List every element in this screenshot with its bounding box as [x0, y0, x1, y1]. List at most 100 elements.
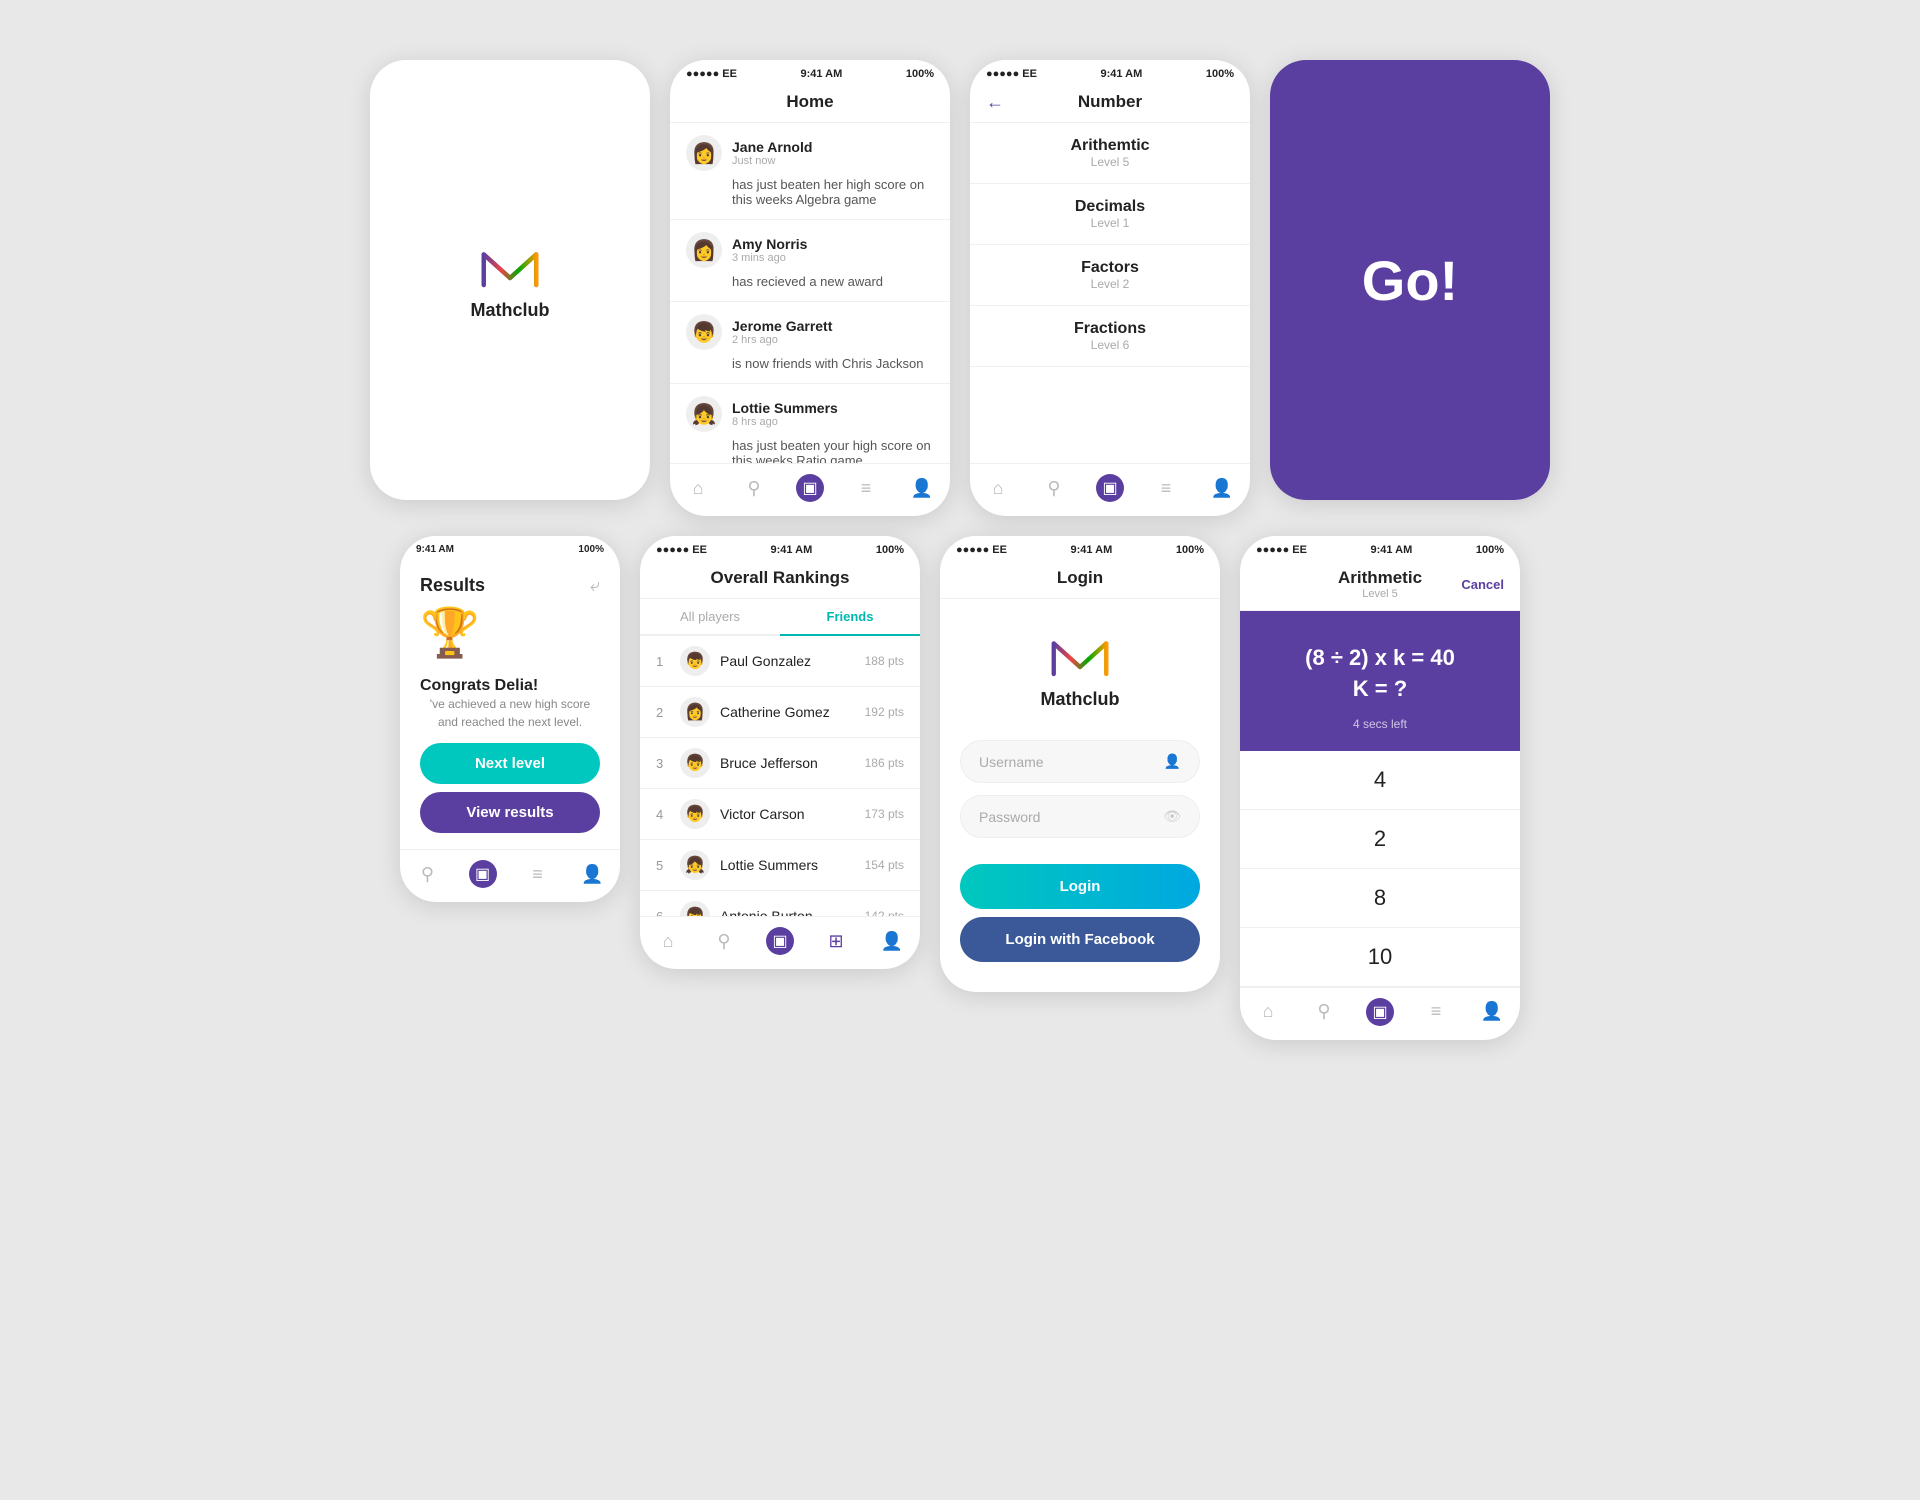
nav-menu-icon5[interactable]: ≡ — [1422, 998, 1450, 1026]
feed-name-3: Jerome Garrett — [732, 318, 832, 334]
nav-search-icon3[interactable]: ⚲ — [414, 860, 442, 888]
bottom-nav-results: ⚲ ▣ ≡ 👤 — [400, 849, 620, 902]
user-icon: 👤 — [1164, 753, 1181, 770]
battery-rankings: 100% — [876, 544, 904, 556]
tab-friends[interactable]: Friends — [780, 599, 920, 636]
feed-text-3: is now friends with Chris Jackson — [686, 356, 934, 371]
results-trophy-area: 🏆 — [400, 604, 620, 677]
answer-4[interactable]: 4 — [1240, 751, 1520, 810]
cancel-button[interactable]: Cancel — [1461, 577, 1504, 592]
results-congrats-area: Congrats Delia! 've achieved a new high … — [400, 677, 620, 731]
nav-search-icon[interactable]: ⚲ — [740, 474, 768, 502]
feed-item-4: 👧 Lottie Summers 8 hrs ago has just beat… — [670, 384, 950, 463]
nav-profile-icon2[interactable]: 👤 — [1208, 474, 1236, 502]
nav-game-icon[interactable]: ▣ — [796, 474, 824, 502]
ranking-tabs: All players Friends — [640, 599, 920, 636]
time-arithmetic: 9:41 AM — [1371, 544, 1413, 556]
avatar-lottie1: 👧 — [686, 396, 722, 432]
avatar-jerome: 👦 — [686, 314, 722, 350]
nav-home-icon[interactable]: ⌂ — [684, 474, 712, 502]
nav-profile-icon5[interactable]: 👤 — [1478, 998, 1506, 1026]
nav-profile-icon4[interactable]: 👤 — [878, 927, 906, 955]
answer-10[interactable]: 10 — [1240, 928, 1520, 987]
nav-home-icon4[interactable]: ⌂ — [654, 927, 682, 955]
feed-item-1: 👩 Jane Arnold Just now has just beaten h… — [670, 123, 950, 220]
results-header-row: Results ⤶ — [400, 559, 620, 604]
number-item-arithmetic[interactable]: Arithemtic Level 5 — [970, 123, 1250, 184]
status-bar-login: ●●●●● EE 9:41 AM 100% — [940, 536, 1220, 560]
bottom-nav-number: ⌂ ⚲ ▣ ≡ 👤 — [970, 463, 1250, 516]
back-button[interactable]: ← — [986, 92, 1004, 113]
ranking-row-6: 6 👦 Antonio Burton 142 pts — [640, 891, 920, 916]
home-header: Home — [670, 84, 950, 123]
quiz-timer: 4 secs left — [1260, 717, 1500, 731]
nav-menu-icon2[interactable]: ≡ — [1152, 474, 1180, 502]
time-results: 9:41 AM — [416, 544, 454, 555]
avatar-jane: 👩 — [686, 135, 722, 171]
bottom-nav-arithmetic: ⌂ ⚲ ▣ ≡ 👤 — [1240, 987, 1520, 1040]
avatar-amy: 👩 — [686, 232, 722, 268]
username-field[interactable]: Username 👤 — [960, 740, 1200, 783]
ranking-row-4: 4 👦 Victor Carson 173 pts — [640, 789, 920, 840]
login-logo — [1045, 629, 1115, 689]
home-screen: ●●●●● EE 9:41 AM 100% Home 👩 Jane Arnold… — [670, 60, 950, 516]
share-icon[interactable]: ⤶ — [590, 575, 600, 596]
nav-rankings-icon4[interactable]: ⊞ — [822, 927, 850, 955]
nav-profile-icon3[interactable]: 👤 — [579, 860, 607, 888]
time-home: 9:41 AM — [801, 68, 843, 80]
password-icon: 👁 — [1163, 808, 1181, 825]
ranking-avatar-3: 👦 — [680, 748, 710, 778]
battery-arithmetic: 100% — [1476, 544, 1504, 556]
nav-menu-icon[interactable]: ≡ — [852, 474, 880, 502]
battery-results: 100% — [578, 544, 604, 555]
nav-home-icon5[interactable]: ⌂ — [1254, 998, 1282, 1026]
login-button[interactable]: Login — [960, 864, 1200, 909]
number-item-fractions[interactable]: Fractions Level 6 — [970, 306, 1250, 367]
ranking-row-2: 2 👩 Catherine Gomez 192 pts — [640, 687, 920, 738]
tab-all-players[interactable]: All players — [640, 599, 780, 634]
answer-8[interactable]: 8 — [1240, 869, 1520, 928]
go-screen: Go! — [1270, 60, 1550, 500]
feed-item-3: 👦 Jerome Garrett 2 hrs ago is now friend… — [670, 302, 950, 384]
nav-game-icon2[interactable]: ▣ — [1096, 474, 1124, 502]
time-rankings: 9:41 AM — [771, 544, 813, 556]
nav-game-icon3[interactable]: ▣ — [469, 860, 497, 888]
login-screen: ●●●●● EE 9:41 AM 100% Login — [940, 536, 1220, 992]
password-placeholder: Password — [979, 809, 1040, 825]
quiz-question: (8 ÷ 2) x k = 40 K = ? 4 secs left — [1240, 611, 1520, 751]
trophy-icon: 🏆 — [420, 604, 480, 661]
facebook-login-button[interactable]: Login with Facebook — [960, 917, 1200, 962]
nav-game-icon4[interactable]: ▣ — [766, 927, 794, 955]
feed-text-2: has recieved a new award — [686, 274, 934, 289]
signal-login: ●●●●● EE — [956, 544, 1007, 556]
number-item-decimals[interactable]: Decimals Level 1 — [970, 184, 1250, 245]
ranking-avatar-4: 👦 — [680, 799, 710, 829]
next-level-button[interactable]: Next level — [420, 743, 600, 784]
feed-time-1: Just now — [732, 155, 812, 167]
feed-time-4: 8 hrs ago — [732, 416, 838, 428]
time-login: 9:41 AM — [1071, 544, 1113, 556]
status-bar-arithmetic: ●●●●● EE 9:41 AM 100% — [1240, 536, 1520, 560]
nav-search-icon2[interactable]: ⚲ — [1040, 474, 1068, 502]
login-logo-area: Mathclub — [940, 599, 1220, 730]
nav-menu-icon3[interactable]: ≡ — [524, 860, 552, 888]
nav-search-icon5[interactable]: ⚲ — [1310, 998, 1338, 1026]
feed-text-1: has just beaten her high score on this w… — [686, 177, 934, 207]
number-item-factors[interactable]: Factors Level 2 — [970, 245, 1250, 306]
rankings-list: 1 👦 Paul Gonzalez 188 pts 2 👩 Catherine … — [640, 636, 920, 916]
view-results-button[interactable]: View results — [420, 792, 600, 833]
password-field[interactable]: Password 👁 — [960, 795, 1200, 838]
number-header: ← Number — [970, 84, 1250, 123]
ranking-row-5: 5 👧 Lottie Summers 154 pts — [640, 840, 920, 891]
feed-text-4: has just beaten your high score on this … — [686, 438, 934, 463]
answer-2[interactable]: 2 — [1240, 810, 1520, 869]
username-placeholder: Username — [979, 754, 1044, 770]
nav-search-icon4[interactable]: ⚲ — [710, 927, 738, 955]
quiz-equation-line2: K = ? — [1260, 674, 1500, 705]
quiz-equation-line1: (8 ÷ 2) x k = 40 — [1260, 643, 1500, 674]
nav-game-icon5[interactable]: ▣ — [1366, 998, 1394, 1026]
results-buttons: Next level View results — [400, 743, 620, 833]
splash-title: Mathclub — [471, 300, 550, 321]
nav-profile-icon[interactable]: 👤 — [908, 474, 936, 502]
nav-home-icon2[interactable]: ⌂ — [984, 474, 1012, 502]
